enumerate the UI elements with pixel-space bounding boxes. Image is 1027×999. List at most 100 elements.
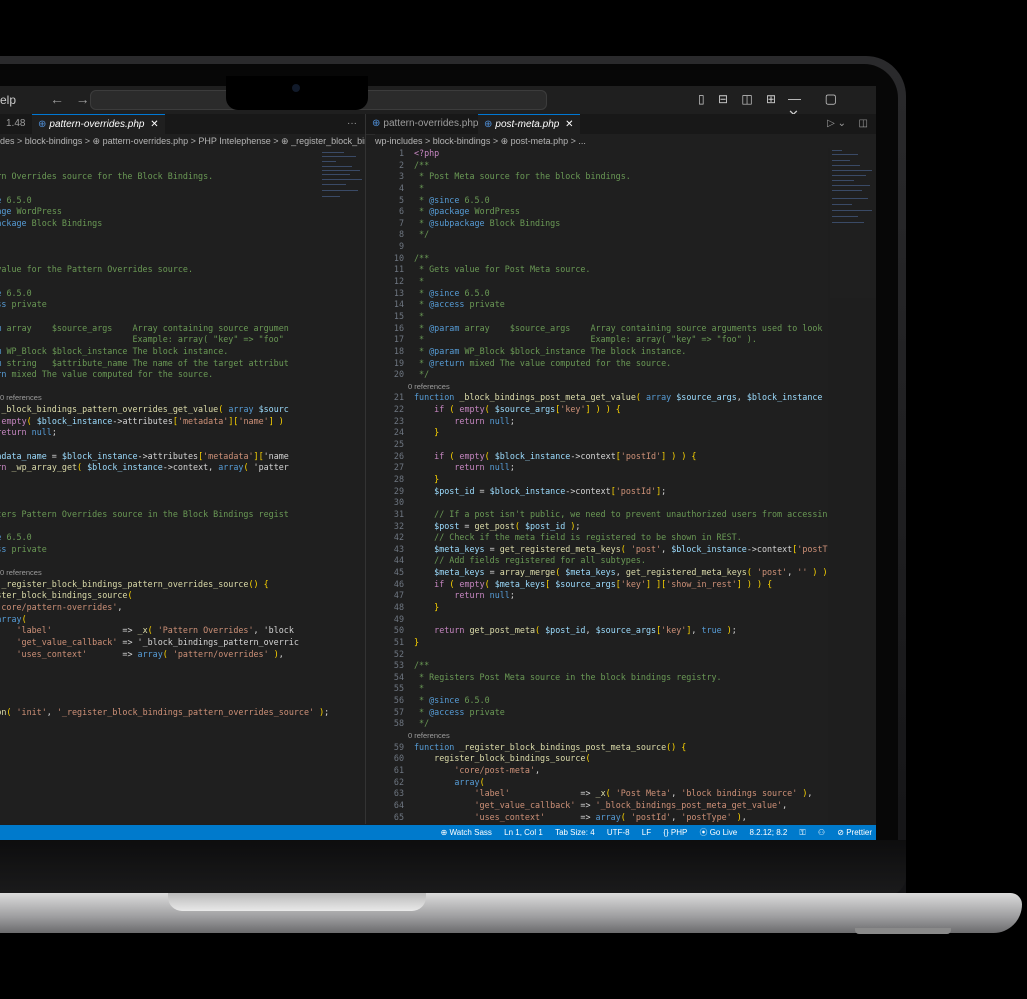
right-breadcrumb[interactable]: wp-includes > block-bindings > ⊕ post-me… [375,134,876,148]
encoding[interactable]: UTF-8 [607,828,630,837]
code-line[interactable]: $metadata_name = $block_instance->attrib… [0,451,365,463]
code-line[interactable]: 5 * @since 6.5.0 [366,195,828,207]
code-line[interactable]: 46 if ( empty( $meta_keys[ $source_args[… [366,579,828,591]
code-line[interactable]: 13 * @since 6.5.0 [366,288,828,300]
code-line[interactable]: 14 * @access private [366,299,828,311]
code-line[interactable]: 19 * @return mixed The value computed fo… [366,358,828,370]
code-line[interactable]: 52 [366,649,828,661]
code-line[interactable]: * Example: array( "key" => "foo" [0,334,365,346]
maximize-icon[interactable]: ▢ [825,91,858,107]
code-line[interactable]: 'get_value_callback' => '_block_bindings… [0,637,365,649]
right-minimap[interactable] [830,148,876,298]
code-line[interactable]: 45 $meta_keys = array_merge( $meta_keys,… [366,567,828,579]
code-line[interactable]: 48 } [366,602,828,614]
code-line[interactable]: 25 [366,439,828,451]
code-line[interactable]: 16 * @param array $source_args Array con… [366,323,828,335]
code-line[interactable]: * [0,521,365,533]
code-line[interactable]: register_block_bindings_source( [0,590,365,602]
code-line[interactable]: 8 */ [366,229,828,241]
code-line[interactable]: 'label' => _x( 'Pattern Overrides', 'blo… [0,625,365,637]
code-line[interactable]: 55 * [366,683,828,695]
run-icon[interactable]: ▷ ⌄ [827,114,846,134]
references-codelens[interactable]: 0 references [0,567,365,579]
references-codelens[interactable]: 0 references [0,392,365,404]
code-line[interactable]: } [0,683,365,695]
left-breadcrumb[interactable]: des > block-bindings > ⊕ pattern-overrid… [0,134,365,148]
code-line[interactable]: * Gets value for the Pattern Overrides s… [0,264,365,276]
close-tab-icon[interactable]: ✕ [150,119,158,130]
code-line[interactable]: 49 [366,614,828,626]
code-line[interactable]: return null; [0,427,365,439]
code-line[interactable]: 15 * [366,311,828,323]
code-line[interactable]: 'core/pattern-overrides', [0,602,365,614]
code-line[interactable]: * @param WP_Block $block_instance The bl… [0,346,365,358]
code-line[interactable]: 54 * Registers Post Meta source in the b… [366,672,828,684]
code-line[interactable]: * @since 6.5.0 [0,532,365,544]
code-line[interactable]: * @subpackage Block Bindings [0,218,365,230]
line-ending[interactable]: LF [642,828,651,837]
forward-arrow-icon[interactable]: → [76,91,90,107]
code-line[interactable]: 4 * [366,183,828,195]
layout-controls-icon[interactable]: ▯ ⊟ ◫ ⊞ [698,92,781,106]
code-line[interactable]: 11 * Gets value for Post Meta source. [366,264,828,276]
code-line[interactable]: 18 * @param WP_Block $block_instance The… [366,346,828,358]
code-line[interactable]: } [0,474,365,486]
back-arrow-icon[interactable]: ← [50,91,64,107]
code-line[interactable] [0,241,365,253]
code-line[interactable]: 30 [366,497,828,509]
code-line[interactable]: 23 return null; [366,416,828,428]
cursor-position[interactable]: Ln 1, Col 1 [504,828,543,837]
more-actions-icon[interactable]: ··· [347,114,357,134]
code-line[interactable]: * [0,183,365,195]
code-line[interactable]: 63 'label' => _x( 'Post Meta', 'block bi… [366,788,828,800]
code-line[interactable]: 2/** [366,160,828,172]
code-line[interactable]: 24 } [366,427,828,439]
php-version[interactable]: 8.2.12; 8.2 [750,828,788,837]
code-line[interactable]: function _block_bindings_pattern_overrid… [0,404,365,416]
code-line[interactable]: * @package WordPress [0,206,365,218]
code-line[interactable]: * [0,276,365,288]
watch-sass-button[interactable]: ⊕ Watch Sass [441,828,492,837]
tab-fragment[interactable]: 1.48 [0,114,31,134]
code-line[interactable]: 22 if ( empty( $source_args['key'] ) ) { [366,404,828,416]
code-line[interactable]: ); [0,672,365,684]
code-line[interactable]: 51} [366,637,828,649]
code-line[interactable]: 'uses_context' => array( 'pattern/overri… [0,649,365,661]
left-minimap[interactable] [320,148,365,228]
code-line[interactable]: 32 $post = get_post( $post_id ); [366,521,828,533]
references-codelens[interactable]: 0 references [366,381,828,393]
code-line[interactable]: 59 function _register_block_bindings_post… [366,742,828,754]
code-line[interactable]: 3 * Post Meta source for the block bindi… [366,171,828,183]
code-line[interactable]: 66 ) [366,823,828,824]
close-tab-icon[interactable]: ✕ [565,119,573,130]
code-line[interactable]: * @return mixed The value computed for t… [0,369,365,381]
code-line[interactable]: 28 } [366,474,828,486]
code-line[interactable]: * @access private [0,299,365,311]
menu-help[interactable]: elp [0,93,16,107]
code-line[interactable]: <?php [0,148,365,160]
code-line[interactable]: 26 if ( empty( $block_instance->context[… [366,451,828,463]
code-line[interactable]: 20 */ [366,369,828,381]
code-line[interactable] [0,695,365,707]
left-code-editor[interactable]: <?php/** * Pattern Overrides source for … [0,148,365,824]
copilot-icon[interactable]: ⚇ [818,828,825,837]
prettier-button[interactable]: ⊘ Prettier [837,828,872,837]
code-line[interactable]: array( [0,614,365,626]
code-line[interactable]: 9 [366,241,828,253]
code-line[interactable]: add_action( 'init', '_register_block_bin… [0,707,365,719]
code-line[interactable]: if ( empty( $block_instance->attributes[… [0,416,365,428]
right-code-editor[interactable]: 1 <?php 2/** 3 * Post Meta source for the b… [366,148,828,824]
tab-pattern-overrides-inactive[interactable]: ⊕ pattern-overrides.php [366,114,484,134]
code-line[interactable]: 29 $post_id = $block_instance->context['… [366,486,828,498]
code-line[interactable]: 27 return null; [366,462,828,474]
tab-pattern-overrides[interactable]: ⊕ pattern-overrides.php ✕ [32,114,165,135]
language-mode[interactable]: {} PHP [663,828,687,837]
go-live-button[interactable]: ⦿ Go Live [699,828,737,837]
code-line[interactable]: * [0,311,365,323]
code-line[interactable]: 12 * [366,276,828,288]
code-line[interactable]: 44 // Add fields registered for all subt… [366,555,828,567]
tab-size[interactable]: Tab Size: 4 [555,828,595,837]
tab-post-meta[interactable]: ⊕ post-meta.php ✕ [478,114,580,135]
code-line[interactable]: * @param string $attribute_name The name… [0,358,365,370]
code-line[interactable]: 17 * Example: array( "key" => "foo" ). [366,334,828,346]
